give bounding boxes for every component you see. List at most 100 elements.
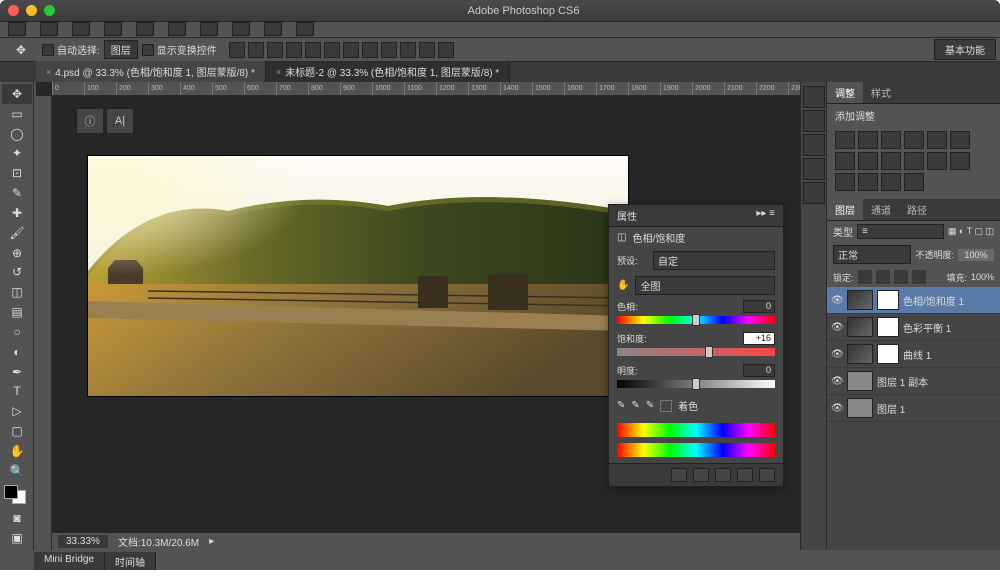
balance-icon[interactable] — [835, 152, 855, 170]
workspace-dropdown[interactable]: 基本功能 — [934, 39, 996, 60]
color-swatch[interactable] — [4, 485, 26, 505]
dock-icon[interactable] — [803, 86, 825, 108]
marquee-tool[interactable]: ▭ — [2, 104, 32, 124]
layer-row[interactable]: 👁曲线 1 — [827, 341, 1000, 368]
paths-tab[interactable]: 路径 — [899, 199, 935, 220]
menu-item[interactable] — [40, 22, 58, 36]
brush-tool[interactable]: 🖌 — [2, 223, 32, 243]
properties-panel[interactable]: 属性 ▸▸ ≡ ◫ 色相/饱和度 预设: 自定 ✋ 全图 色相:0 饱和度:+1… — [608, 204, 784, 487]
minimize-window-button[interactable] — [26, 5, 37, 16]
zoom-tool[interactable]: 🔍 — [2, 461, 32, 481]
history-brush-tool[interactable]: ↺ — [2, 262, 32, 282]
menu-item[interactable] — [72, 22, 90, 36]
zoom-percent[interactable]: 33.33% — [58, 535, 108, 548]
eyedropper-tool[interactable]: ✎ — [2, 183, 32, 203]
screen-mode-tool[interactable]: ▣ — [2, 528, 32, 548]
layer-row[interactable]: 👁图层 1 — [827, 395, 1000, 422]
visibility-icon[interactable]: 👁 — [831, 349, 843, 360]
auto-select-dropdown[interactable]: 图层 — [104, 40, 138, 59]
eyedropper-plus-icon[interactable]: ✎ — [631, 400, 639, 411]
kind-dropdown[interactable]: ≡ — [857, 224, 944, 239]
lightness-slider[interactable]: 明度:0 — [609, 362, 783, 394]
preset-dropdown[interactable]: 自定 — [653, 251, 775, 270]
hand-icon[interactable]: ✋ — [617, 280, 629, 291]
align-icon[interactable] — [343, 42, 359, 58]
timeline-tab[interactable]: 时间轴 — [105, 552, 156, 570]
lasso-tool[interactable]: ◯ — [2, 124, 32, 144]
dock-icon[interactable] — [803, 110, 825, 132]
photo-filter-icon[interactable] — [881, 152, 901, 170]
move-tool[interactable]: ✥ — [2, 84, 32, 104]
menu-item[interactable] — [296, 22, 314, 36]
align-icon[interactable] — [248, 42, 264, 58]
bw-icon[interactable] — [858, 152, 878, 170]
mixer-icon[interactable] — [904, 152, 924, 170]
lock-icon[interactable] — [876, 270, 890, 284]
eyedropper-minus-icon[interactable]: ✎ — [646, 400, 654, 411]
align-icon[interactable] — [229, 42, 245, 58]
menu-item[interactable] — [264, 22, 282, 36]
visibility-icon[interactable]: 👁 — [831, 376, 843, 387]
align-icon[interactable] — [305, 42, 321, 58]
canvas-document[interactable] — [88, 156, 628, 396]
dock-icon[interactable] — [803, 182, 825, 204]
threshold-icon[interactable] — [858, 173, 878, 191]
align-icon[interactable] — [400, 42, 416, 58]
visibility-icon[interactable]: 👁 — [831, 322, 843, 333]
opacity-value[interactable]: 100% — [958, 249, 994, 261]
visibility-icon[interactable]: 👁 — [831, 403, 843, 414]
quick-mask-tool[interactable]: ◙ — [2, 508, 32, 528]
status-arrow-icon[interactable]: ▸ — [209, 536, 214, 547]
prev-icon[interactable] — [693, 468, 709, 482]
align-icon[interactable] — [438, 42, 454, 58]
lock-icon[interactable] — [858, 270, 872, 284]
align-icon[interactable] — [381, 42, 397, 58]
path-tool[interactable]: ▷ — [2, 401, 32, 421]
lock-icon[interactable] — [894, 270, 908, 284]
lock-icon[interactable] — [912, 270, 926, 284]
pen-tool[interactable]: ✒ — [2, 362, 32, 382]
hue-icon[interactable] — [950, 131, 970, 149]
menu-item[interactable] — [232, 22, 250, 36]
menu-item[interactable] — [136, 22, 154, 36]
blur-tool[interactable]: ○ — [2, 322, 32, 342]
eyedropper-icon[interactable]: ✎ — [617, 400, 625, 411]
colorize-checkbox[interactable] — [660, 400, 672, 412]
crop-tool[interactable]: ⊡ — [2, 163, 32, 183]
wand-tool[interactable]: ✦ — [2, 143, 32, 163]
menu-item[interactable] — [200, 22, 218, 36]
hue-slider[interactable]: 色相:0 — [609, 298, 783, 330]
gradient-tool[interactable]: ▤ — [2, 302, 32, 322]
layer-row[interactable]: 👁图层 1 副本 — [827, 368, 1000, 395]
styles-tab[interactable]: 样式 — [863, 82, 899, 103]
dock-icon[interactable] — [803, 158, 825, 180]
fill-value[interactable]: 100% — [971, 272, 994, 282]
align-icon[interactable] — [267, 42, 283, 58]
reset-icon[interactable] — [715, 468, 731, 482]
layer-row[interactable]: 👁色彩平衡 1 — [827, 314, 1000, 341]
saturation-slider[interactable]: 饱和度:+16 — [609, 330, 783, 362]
align-icon[interactable] — [362, 42, 378, 58]
lookup-icon[interactable] — [927, 152, 947, 170]
channels-tab[interactable]: 通道 — [863, 199, 899, 220]
curves-icon[interactable] — [881, 131, 901, 149]
layers-tab[interactable]: 图层 — [827, 199, 863, 220]
align-icon[interactable] — [419, 42, 435, 58]
menu-item[interactable] — [104, 22, 122, 36]
visibility-icon[interactable] — [737, 468, 753, 482]
menu-item[interactable] — [8, 22, 26, 36]
clip-icon[interactable] — [671, 468, 687, 482]
invert-icon[interactable] — [950, 152, 970, 170]
layer-row[interactable]: 👁色相/饱和度 1 — [827, 287, 1000, 314]
align-icon[interactable] — [286, 42, 302, 58]
show-transform-checkbox[interactable]: 显示变换控件 — [142, 42, 217, 57]
shape-tool[interactable]: ▢ — [2, 421, 32, 441]
align-icon[interactable] — [324, 42, 340, 58]
mini-bridge-tab[interactable]: Mini Bridge — [34, 552, 105, 570]
close-tab-icon[interactable]: × — [46, 67, 51, 77]
exposure-icon[interactable] — [904, 131, 924, 149]
document-tab[interactable]: × 未标题-2 @ 33.3% (色相/饱和度 1, 图层蒙版/8) * — [266, 61, 510, 82]
visibility-icon[interactable]: 👁 — [831, 295, 843, 306]
trash-icon[interactable] — [759, 468, 775, 482]
brightness-icon[interactable] — [835, 131, 855, 149]
